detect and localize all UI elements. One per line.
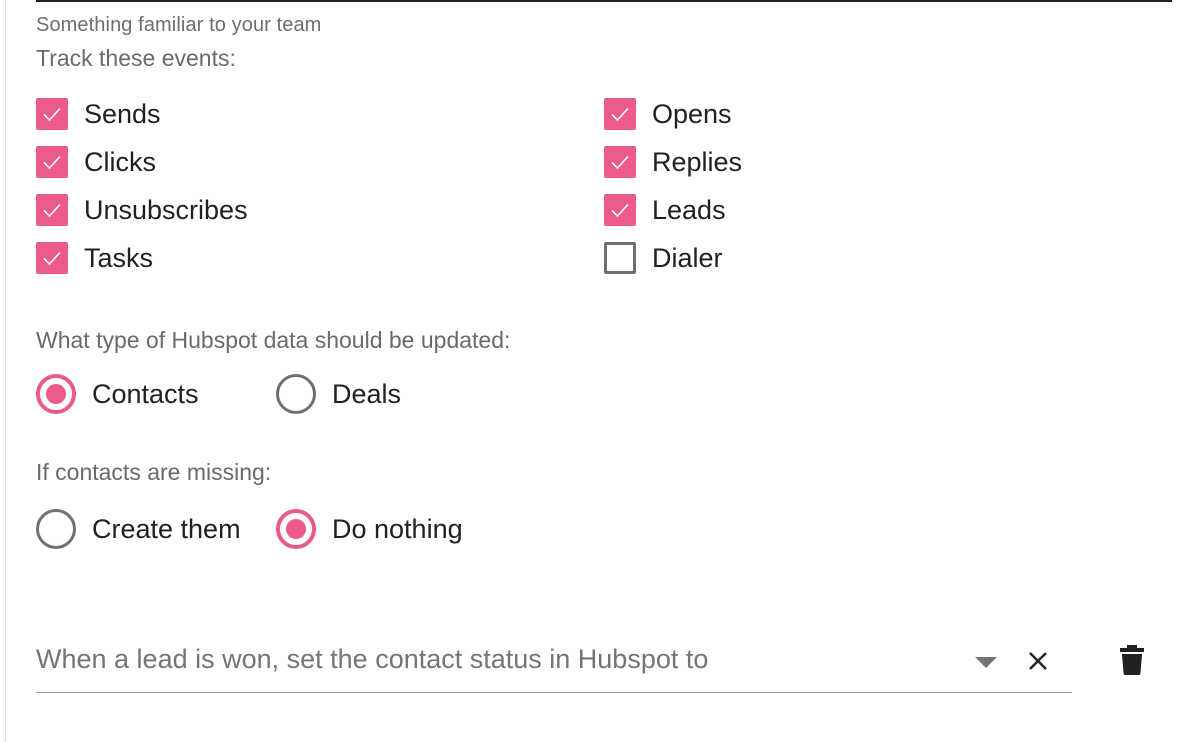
radio-deals-label: Deals — [332, 378, 402, 409]
check-icon — [611, 107, 629, 122]
check-icon — [611, 155, 629, 170]
check-icon — [43, 251, 61, 266]
radio-selected-dot — [46, 384, 66, 404]
radio-deals-button[interactable] — [276, 374, 316, 414]
check-icon — [43, 107, 61, 122]
data-type-label: What type of Hubspot data should be upda… — [36, 327, 511, 353]
checkbox-clicks-box[interactable] — [36, 146, 68, 178]
contact-status-select[interactable]: When a lead is won, set the contact stat… — [36, 636, 1072, 693]
checkbox-sends[interactable]: Sends — [36, 96, 161, 132]
checkbox-unsubscribes[interactable]: Unsubscribes — [36, 192, 248, 228]
radio-contacts[interactable]: Contacts — [36, 372, 199, 416]
track-events-label: Track these events: — [36, 45, 236, 71]
check-icon — [43, 155, 61, 170]
checkbox-unsubscribes-label: Unsubscribes — [84, 194, 248, 225]
checkbox-replies[interactable]: Replies — [604, 144, 742, 180]
checkbox-leads-label: Leads — [652, 194, 726, 225]
name-field-hint: Something familiar to your team — [36, 14, 322, 36]
radio-contacts-button[interactable] — [36, 374, 76, 414]
radio-deals[interactable]: Deals — [276, 372, 401, 416]
checkbox-opens-box[interactable] — [604, 98, 636, 130]
checkbox-leads[interactable]: Leads — [604, 192, 726, 228]
trash-icon[interactable] — [1119, 645, 1145, 675]
checkbox-tasks[interactable]: Tasks — [36, 240, 153, 276]
checkbox-dialer[interactable]: Dialer — [604, 240, 723, 276]
checkbox-opens-label: Opens — [652, 98, 732, 129]
checkbox-dialer-label: Dialer — [652, 242, 723, 273]
radio-do-nothing-label: Do nothing — [332, 513, 463, 544]
checkbox-dialer-box[interactable] — [604, 242, 636, 274]
radio-do-nothing-button[interactable] — [276, 509, 316, 549]
checkbox-sends-box[interactable] — [36, 98, 68, 130]
missing-contacts-label: If contacts are missing: — [36, 459, 272, 485]
dropdown-arrow-icon[interactable] — [975, 657, 997, 668]
checkbox-replies-box[interactable] — [604, 146, 636, 178]
checkbox-unsubscribes-box[interactable] — [36, 194, 68, 226]
checkbox-opens[interactable]: Opens — [604, 96, 732, 132]
checkbox-tasks-label: Tasks — [84, 242, 154, 273]
radio-do-nothing[interactable]: Do nothing — [276, 507, 463, 551]
check-icon — [43, 203, 61, 218]
radio-create-them-label: Create them — [92, 513, 241, 544]
name-field-underline — [36, 0, 1172, 2]
radio-selected-dot — [286, 519, 306, 539]
check-icon — [611, 203, 629, 218]
left-divider — [5, 0, 6, 742]
radio-create-them-button[interactable] — [36, 509, 76, 549]
close-icon[interactable] — [1027, 650, 1049, 672]
radio-create-them[interactable]: Create them — [36, 507, 241, 551]
integration-settings-panel: Something familiar to your team Track th… — [0, 0, 1204, 742]
radio-contacts-label: Contacts — [92, 378, 199, 409]
checkbox-leads-box[interactable] — [604, 194, 636, 226]
checkbox-clicks[interactable]: Clicks — [36, 144, 156, 180]
contact-status-select-placeholder: When a lead is won, set the contact stat… — [36, 644, 709, 674]
checkbox-tasks-box[interactable] — [36, 242, 68, 274]
checkbox-sends-label: Sends — [84, 98, 161, 129]
checkbox-clicks-label: Clicks — [84, 146, 156, 177]
checkbox-replies-label: Replies — [652, 146, 743, 177]
